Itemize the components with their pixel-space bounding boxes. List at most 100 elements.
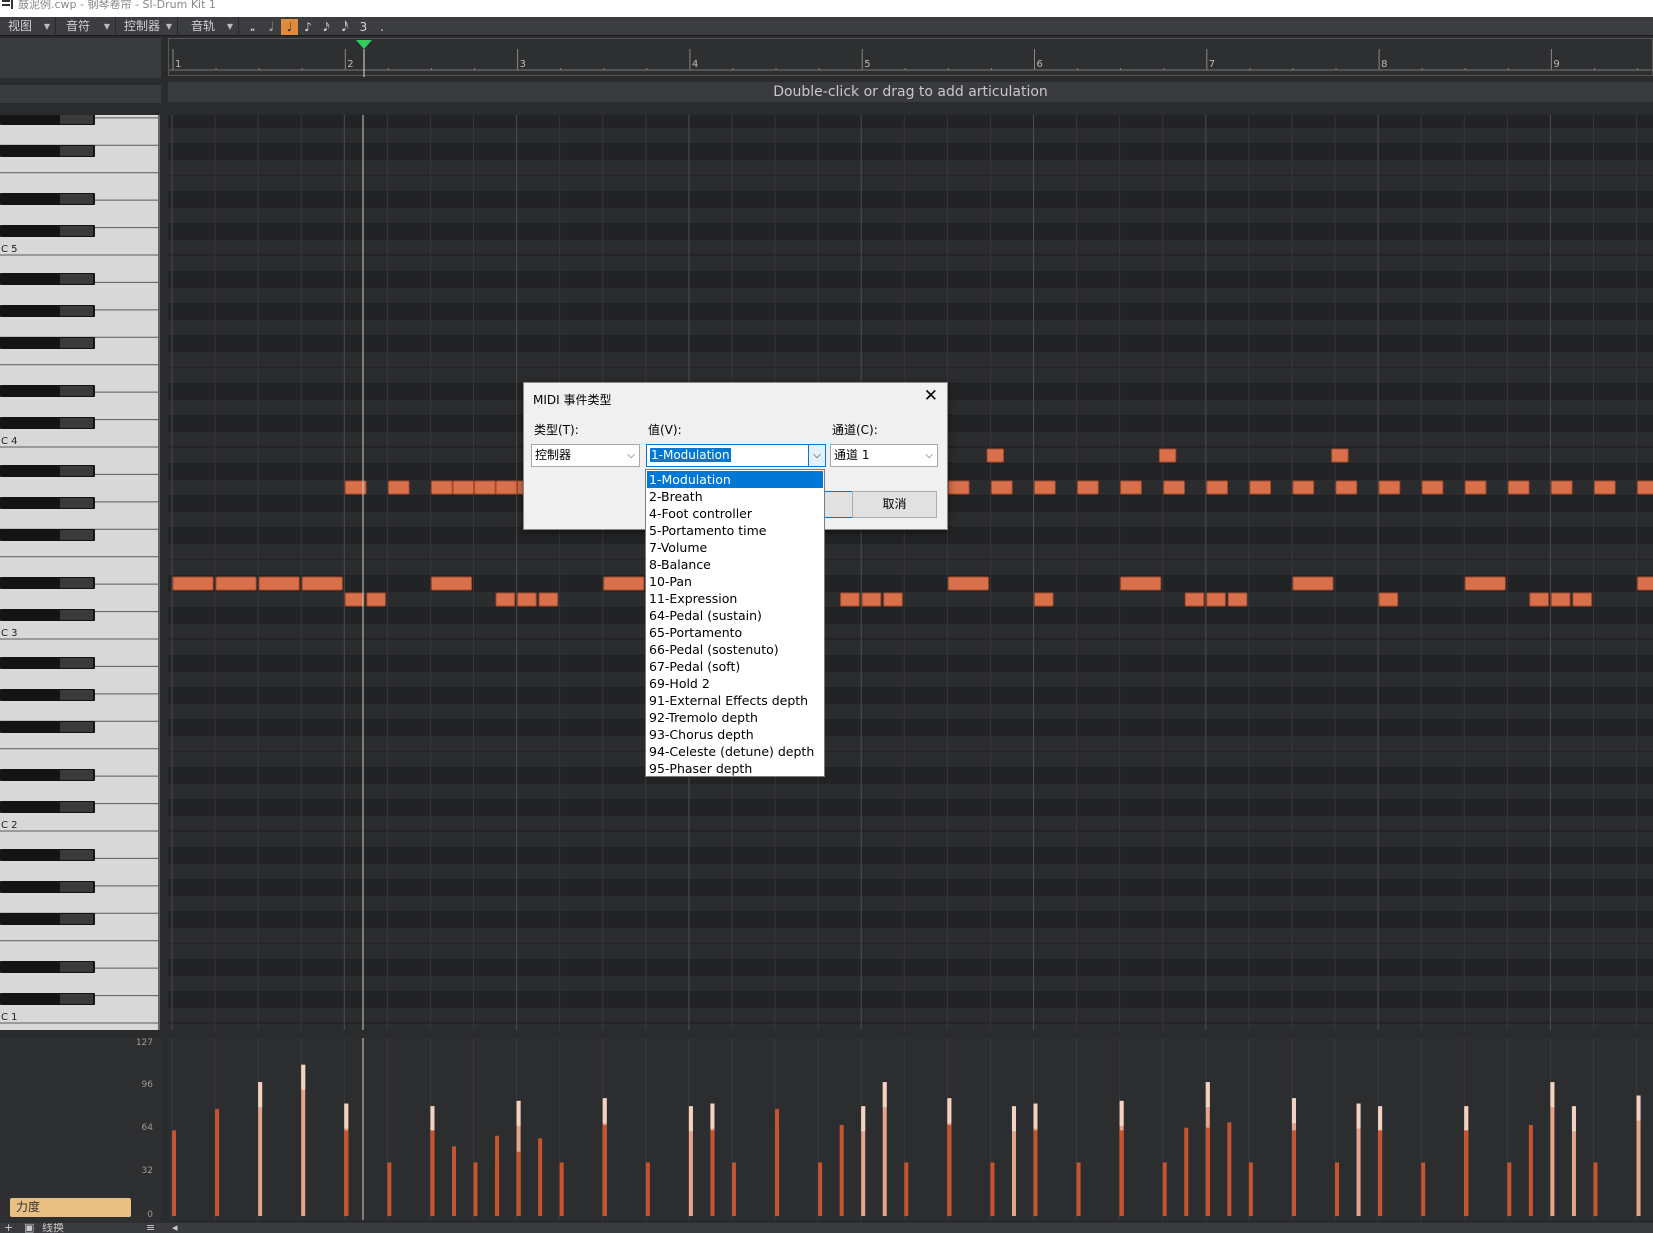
dropdown-option[interactable]: 94-Celeste (detune) depth — [647, 743, 823, 760]
midi-note[interactable] — [1227, 592, 1248, 607]
midi-note[interactable] — [1378, 592, 1399, 607]
dropdown-option[interactable]: 67-Pedal (soft) — [647, 658, 823, 675]
midi-note[interactable] — [1163, 480, 1185, 495]
note-duration-button[interactable]: 𝅝 — [244, 19, 261, 35]
midi-note[interactable] — [1593, 480, 1616, 495]
velocity-lane-tab[interactable]: 力度 — [10, 1198, 131, 1217]
velocity-bar[interactable] — [602, 1124, 607, 1216]
velocity-bar[interactable] — [538, 1138, 543, 1216]
velocity-bar[interactable] — [1464, 1130, 1469, 1216]
midi-note[interactable] — [840, 592, 860, 607]
midi-note[interactable] — [1637, 480, 1653, 495]
velocity-bar[interactable] — [710, 1130, 715, 1216]
midi-note[interactable] — [1206, 592, 1226, 607]
note-duration-button[interactable]: . — [374, 19, 391, 35]
playhead-marker-icon[interactable] — [356, 40, 372, 49]
midi-note[interactable] — [986, 448, 1005, 463]
note-duration-button[interactable]: 𝅘𝅥𝅯 — [318, 19, 335, 35]
piano-keys[interactable]: C 5 C 4 C 3 C 2 C 1 — [0, 115, 160, 1030]
velocity-bar[interactable] — [1593, 1162, 1598, 1216]
midi-note[interactable] — [495, 480, 518, 495]
add-lane-icon[interactable]: + — [4, 1223, 13, 1233]
midi-note[interactable] — [366, 592, 386, 607]
midi-note[interactable] — [1637, 576, 1653, 591]
close-icon[interactable]: ✕ — [924, 386, 938, 406]
value-select[interactable]: 1-Modulation ⌵ — [646, 444, 826, 467]
velocity-bar[interactable] — [645, 1162, 650, 1216]
midi-note[interactable] — [495, 592, 516, 607]
midi-note[interactable] — [1464, 576, 1506, 591]
midi-note[interactable] — [1572, 592, 1592, 607]
dropdown-option[interactable]: 66-Pedal (sostenuto) — [647, 641, 823, 658]
midi-note[interactable] — [1249, 480, 1272, 495]
midi-note[interactable] — [1120, 480, 1142, 495]
midi-note[interactable] — [1550, 480, 1573, 495]
velocity-bar[interactable] — [516, 1151, 521, 1216]
velocity-bar[interactable] — [344, 1130, 349, 1216]
midi-note[interactable] — [538, 592, 559, 607]
midi-note[interactable] — [215, 576, 257, 591]
dropdown-option[interactable]: 11-Expression — [647, 590, 823, 607]
menu-view[interactable]: 视图 ▼ — [0, 17, 56, 36]
velocity-bar[interactable] — [1507, 1162, 1512, 1216]
midi-note[interactable] — [517, 592, 537, 607]
velocity-bar[interactable] — [1076, 1162, 1081, 1216]
midi-note[interactable] — [1550, 592, 1571, 607]
midi-note[interactable] — [1077, 480, 1099, 495]
dropdown-option[interactable]: 5-Portamento time — [647, 522, 823, 539]
midi-note[interactable] — [430, 480, 453, 495]
midi-note[interactable] — [474, 480, 496, 495]
velocity-bars[interactable] — [168, 1038, 1653, 1220]
note-duration-button[interactable]: 3 — [355, 19, 372, 35]
dropdown-option[interactable]: 65-Portamento — [647, 624, 823, 641]
midi-note[interactable] — [172, 576, 214, 591]
velocity-bar[interactable] — [1119, 1130, 1124, 1216]
midi-note[interactable] — [1292, 480, 1315, 495]
dropdown-option[interactable]: 4-Foot controller — [647, 505, 823, 522]
velocity-bar[interactable] — [559, 1162, 564, 1216]
velocity-bar[interactable] — [1248, 1162, 1253, 1216]
midi-note[interactable] — [1529, 592, 1549, 607]
velocity-bar[interactable] — [451, 1146, 456, 1216]
dropdown-option[interactable]: 10-Pan — [647, 573, 823, 590]
velocity-bar[interactable] — [990, 1162, 995, 1216]
midi-note[interactable] — [1421, 480, 1444, 495]
note-duration-button[interactable]: 𝅘𝅥𝅰 — [337, 19, 354, 35]
midi-note[interactable] — [1331, 448, 1349, 463]
menu-track[interactable]: 音轨 ▼ — [183, 17, 239, 36]
note-grid[interactable] — [168, 115, 1653, 1030]
dropdown-option[interactable]: 91-External Effects depth — [647, 692, 823, 709]
dropdown-option[interactable]: 93-Chorus depth — [647, 726, 823, 743]
note-duration-button[interactable]: ♪ — [300, 19, 317, 35]
velocity-bar[interactable] — [495, 1162, 500, 1216]
type-select[interactable]: 控制器 ⌵ — [531, 444, 640, 467]
midi-note[interactable] — [861, 592, 882, 607]
note-duration-button[interactable]: 𝅗𝅥 — [263, 19, 280, 35]
midi-note[interactable] — [1034, 480, 1056, 495]
midi-note[interactable] — [883, 592, 903, 607]
dropdown-option[interactable]: 7-Volume — [647, 539, 823, 556]
midi-note[interactable] — [1292, 576, 1334, 591]
midi-note[interactable] — [1464, 480, 1487, 495]
scroll-left-icon[interactable]: ◂ — [172, 1223, 178, 1233]
velocity-bar[interactable] — [775, 1130, 780, 1216]
chevron-down-icon[interactable]: ⌵ — [808, 445, 825, 466]
midi-note[interactable] — [1378, 480, 1401, 495]
velocity-bar[interactable] — [947, 1124, 952, 1216]
velocity-bar[interactable] — [1378, 1130, 1383, 1216]
midi-note[interactable] — [990, 480, 1013, 495]
midi-note[interactable] — [1034, 592, 1054, 607]
velocity-bar[interactable] — [1184, 1127, 1189, 1216]
velocity-bar[interactable] — [387, 1162, 392, 1216]
velocity-bar[interactable] — [1205, 1127, 1210, 1216]
dropdown-option[interactable]: 2-Breath — [647, 488, 823, 505]
timeline-ruler[interactable]: 1 2 3 4 5 6 7 8 9 — [168, 38, 1653, 77]
dropdown-option[interactable]: 95-Phaser depth — [647, 760, 823, 777]
dropdown-option[interactable]: 1-Modulation — [647, 471, 823, 488]
velocity-bar[interactable] — [1033, 1130, 1038, 1216]
piano-keyboard[interactable]: C 5 C 4 C 3 C 2 C 1 — [0, 115, 160, 1030]
midi-note[interactable] — [258, 576, 300, 591]
dropdown-option[interactable]: 92-Tremolo depth — [647, 709, 823, 726]
velocity-pane[interactable] — [168, 1038, 1653, 1220]
note-grid-canvas[interactable] — [168, 115, 1653, 1030]
